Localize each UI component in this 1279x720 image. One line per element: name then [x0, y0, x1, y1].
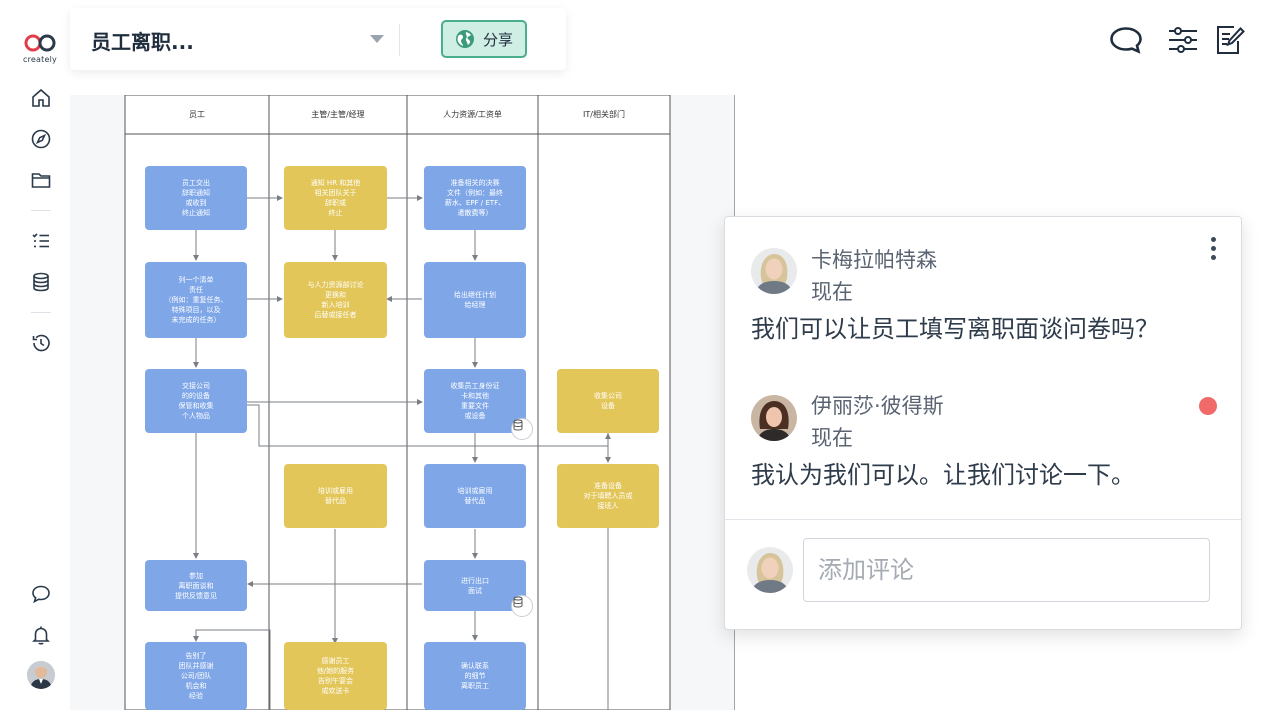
comment-text: 我们可以让员工填写离职面谈问卷吗？	[751, 315, 1159, 343]
lane-header-employee: 员工	[189, 110, 205, 119]
database-icon[interactable]	[511, 418, 533, 440]
settings-sliders-icon[interactable]	[1166, 23, 1200, 57]
checklist-icon[interactable]	[29, 229, 53, 253]
user-avatar[interactable]	[27, 661, 55, 689]
unread-indicator	[1199, 397, 1217, 415]
comment-time: 现在	[811, 426, 853, 450]
comment-thread-panel: 卡梅拉帕特森 现在 我们可以让员工填写离职面谈问卷吗？ 伊丽莎·彼得斯 现在 我…	[724, 216, 1242, 630]
compass-icon[interactable]	[29, 127, 53, 151]
lane-header-supervisor: 主管/主管/经理	[311, 110, 365, 119]
panel-divider	[725, 519, 1241, 520]
logo-text: creately	[23, 55, 57, 64]
comment-text: 我认为我们可以。让我们讨论一下。	[751, 461, 1135, 489]
flow-node[interactable]: 通知 HR 和其他 相关团队关于 辞职或 终止	[284, 166, 387, 230]
lane-header-it: IT/相关部门	[583, 110, 625, 119]
flow-node[interactable]: 与人力资源部讨论 更换和 新入培训 后替或接任者	[284, 262, 387, 338]
folder-icon[interactable]	[29, 168, 53, 192]
bell-icon[interactable]	[29, 623, 53, 647]
database-icon[interactable]	[511, 595, 533, 617]
flow-node[interactable]: 员工交出 辞职通知 或收到 终止通知	[145, 166, 247, 230]
comment-icon[interactable]	[1109, 23, 1143, 57]
avatar	[751, 248, 797, 294]
flow-node[interactable]: 准备相关的决赛 文件（例如：最终 薪水、EPF / ETF、 遣散费等）	[424, 166, 526, 230]
lane-header-hr: 人力资源/工资单	[443, 110, 502, 119]
comment-author: 伊丽莎·彼得斯	[811, 394, 944, 418]
flow-node[interactable]: 列一个清单 责任 （例如：重复任务、 特殊项目，以及 未完成的任务）	[145, 262, 247, 338]
creately-logo[interactable]: creately	[20, 34, 60, 64]
home-icon[interactable]	[29, 86, 53, 110]
flow-node[interactable]: 交接公司 的的设备 保管和收集 个人物品	[145, 369, 247, 433]
more-options-icon[interactable]	[1205, 235, 1221, 265]
chevron-down-icon[interactable]	[370, 35, 384, 43]
comment-author: 卡梅拉帕特森	[811, 248, 937, 272]
avatar	[751, 395, 797, 441]
add-comment-input[interactable]	[803, 538, 1210, 602]
flow-node[interactable]: 参加 离职面谈和 提供反馈意见	[145, 560, 247, 611]
flow-node[interactable]: 培训或雇用 替代品	[284, 464, 387, 528]
diagram-canvas[interactable]: 员工 主管/主管/经理 人力资源/工资单 IT/相关部门 员工交出 辞职通知 或…	[70, 95, 735, 710]
toolbar-divider	[399, 24, 400, 56]
flow-node[interactable]: 告别了 团队并感谢 公司/团队 机会和 经验	[145, 642, 247, 710]
flow-node[interactable]: 准备设备 对于填聘人员或 接班人	[557, 464, 659, 528]
chat-icon[interactable]	[29, 582, 53, 606]
flow-node[interactable]: 感谢员工 他/她的服务 告别午宴会 或欢送卡	[284, 642, 387, 710]
flow-node[interactable]: 确认联系 的细节 离职员工	[424, 642, 526, 710]
flow-node[interactable]: 收集员工身份证 卡和其他 重要文件 或设备	[424, 369, 526, 433]
database-icon[interactable]	[29, 270, 53, 294]
history-icon[interactable]	[29, 331, 53, 355]
share-button[interactable]: 分享	[441, 20, 527, 58]
edit-notes-icon[interactable]	[1213, 23, 1247, 57]
flow-node[interactable]: 给出继任计划 给经理	[424, 262, 526, 338]
document-title[interactable]: 员工离职...	[91, 26, 194, 55]
comment-time: 现在	[811, 280, 853, 304]
avatar	[747, 547, 793, 593]
flow-node[interactable]: 收集公司 设备	[557, 369, 659, 433]
left-sidebar: creately	[0, 0, 72, 720]
document-toolbar: 员工离职... 分享	[70, 8, 566, 70]
share-label: 分享	[482, 30, 513, 49]
globe-icon	[455, 30, 474, 48]
flow-node[interactable]: 培训或雇用 替代品	[424, 464, 526, 528]
logo-mark-icon	[24, 34, 56, 52]
